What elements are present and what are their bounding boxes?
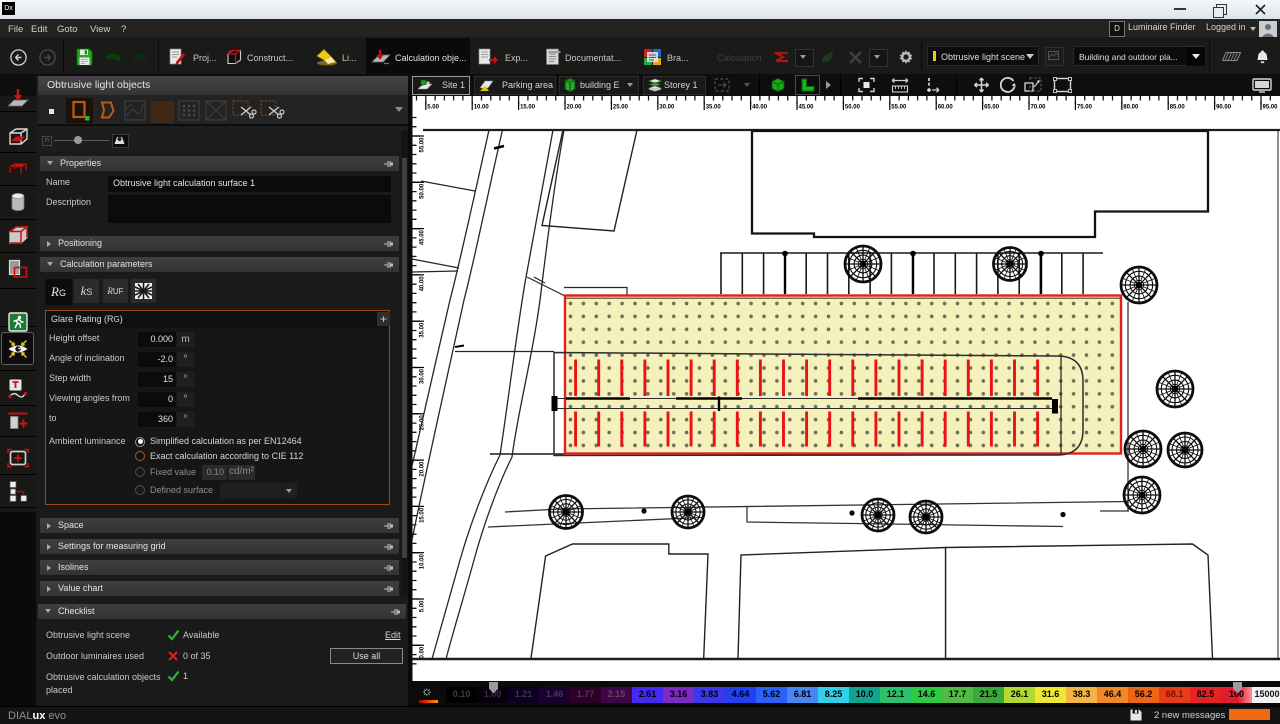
svg-text:10.00: 10.00 [474, 105, 490, 111]
svg-text:95.00: 95.00 [1263, 105, 1279, 111]
svg-text:65.00: 65.00 [984, 105, 1000, 111]
svg-text:30.00: 30.00 [420, 368, 426, 384]
svg-text:50.00: 50.00 [420, 183, 426, 199]
svg-text:75.00: 75.00 [1077, 105, 1093, 111]
svg-text:10.00: 10.00 [420, 554, 426, 570]
svg-text:55.00: 55.00 [891, 105, 907, 111]
svg-text:80.00: 80.00 [1123, 105, 1139, 111]
svg-text:85.00: 85.00 [1170, 105, 1186, 111]
svg-text:15.00: 15.00 [520, 105, 536, 111]
svg-text:45.00: 45.00 [420, 229, 426, 245]
svg-text:20.00: 20.00 [420, 461, 426, 477]
svg-text:50.00: 50.00 [845, 105, 861, 111]
svg-text:5.00: 5.00 [420, 600, 426, 612]
svg-text:45.00: 45.00 [799, 105, 815, 111]
svg-text:90.00: 90.00 [1216, 105, 1232, 111]
svg-text:40.00: 40.00 [752, 105, 768, 111]
svg-text:40.00: 40.00 [420, 276, 426, 292]
svg-text:20.00: 20.00 [567, 105, 583, 111]
svg-text:15.00: 15.00 [420, 507, 426, 523]
svg-text:35.00: 35.00 [706, 105, 722, 111]
svg-text:30.00: 30.00 [659, 105, 675, 111]
svg-text:55.00: 55.00 [420, 137, 426, 153]
svg-text:0.00: 0.00 [420, 646, 426, 658]
svg-text:70.00: 70.00 [1031, 105, 1047, 111]
svg-text:60.00: 60.00 [938, 105, 954, 111]
svg-text:25.00: 25.00 [613, 105, 629, 111]
svg-text:5.00: 5.00 [427, 105, 439, 111]
svg-text:35.00: 35.00 [420, 322, 426, 338]
